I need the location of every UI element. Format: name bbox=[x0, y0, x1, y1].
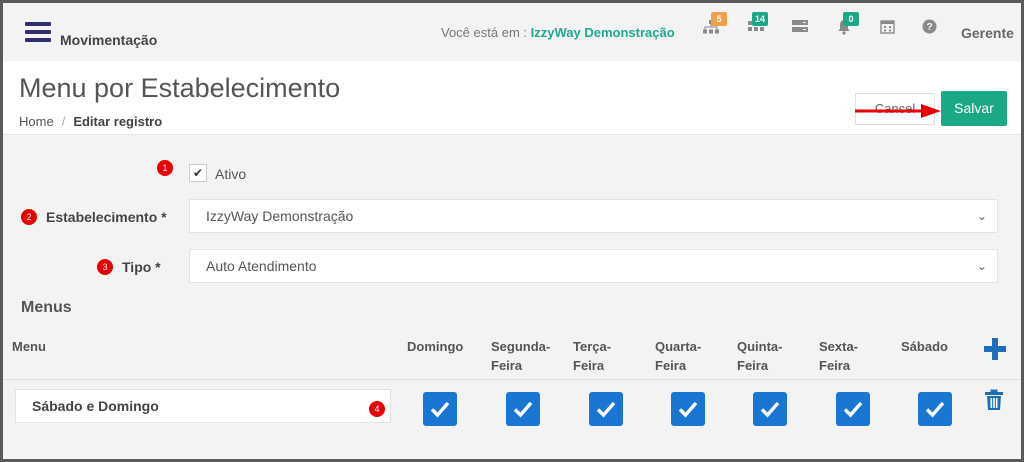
tipo-select[interactable]: Auto Atendimento ⌄ bbox=[189, 249, 998, 283]
grid-badge: 14 bbox=[752, 12, 768, 26]
column-header-day: Sábado bbox=[901, 339, 948, 354]
chevron-down-icon: ⌄ bbox=[976, 259, 987, 273]
column-header-day: Sexta- Feira bbox=[819, 339, 859, 373]
org-badge: 5 bbox=[711, 12, 727, 26]
user-role-menu[interactable]: Gerente bbox=[961, 25, 1014, 41]
top-bar: Movimentação Você está em : IzzyWay Demo… bbox=[3, 3, 1021, 61]
day-checkbox-domingo[interactable] bbox=[423, 392, 457, 426]
add-menu-plus-icon[interactable] bbox=[984, 338, 1006, 360]
chevron-down-icon: ⌄ bbox=[976, 209, 987, 223]
estabelecimento-value: IzzyWay Demonstração bbox=[206, 208, 354, 224]
save-button[interactable]: Salvar bbox=[941, 91, 1007, 126]
annotation-marker-2: 2 bbox=[21, 209, 37, 225]
day-checkbox-sabado[interactable] bbox=[918, 392, 952, 426]
annotation-marker-4: 4 bbox=[369, 401, 385, 417]
ativo-checkbox[interactable]: ✔ bbox=[189, 164, 207, 182]
breadcrumb: Home / Editar registro bbox=[19, 114, 162, 129]
column-header-day: Terça- Feira bbox=[573, 339, 612, 373]
breadcrumb-current: Editar registro bbox=[73, 114, 163, 129]
annotation-marker-1: 1 bbox=[157, 160, 173, 176]
day-checkbox-quarta[interactable] bbox=[671, 392, 705, 426]
tipo-label: Tipo * bbox=[122, 259, 161, 275]
page-title: Menu por Estabelecimento bbox=[19, 73, 341, 103]
ativo-label: Ativo bbox=[215, 166, 247, 182]
tipo-value: Auto Atendimento bbox=[206, 258, 317, 274]
help-icon[interactable]: ? bbox=[919, 19, 939, 39]
day-checkbox-segunda[interactable] bbox=[506, 392, 540, 426]
menu-name-field[interactable]: Sábado e Domingo bbox=[15, 389, 391, 423]
column-header-day: Quinta- Feira bbox=[737, 339, 783, 373]
day-checkbox-sexta[interactable] bbox=[836, 392, 870, 426]
column-header-day: Segunda- Feira bbox=[491, 339, 551, 373]
column-header-day: Quarta- Feira bbox=[655, 339, 702, 373]
module-title: Movimentação bbox=[60, 32, 158, 48]
menus-section-title: Menus bbox=[21, 299, 72, 316]
trash-icon[interactable] bbox=[984, 389, 1004, 411]
annotation-arrow bbox=[855, 104, 941, 118]
annotation-marker-3: 3 bbox=[97, 259, 113, 275]
server-icon[interactable] bbox=[790, 19, 810, 39]
column-header-day: Domingo bbox=[407, 339, 464, 354]
day-checkbox-terca[interactable] bbox=[589, 392, 623, 426]
bell-badge: 0 bbox=[843, 12, 859, 26]
app-frame: Movimentação Você está em : IzzyWay Demo… bbox=[0, 0, 1024, 462]
current-location: Você está em : IzzyWay Demonstração bbox=[441, 25, 675, 40]
breadcrumb-separator: / bbox=[61, 114, 66, 129]
svg-text:?: ? bbox=[926, 22, 932, 33]
calendar-icon[interactable] bbox=[877, 19, 897, 39]
location-company-link[interactable]: IzzyWay Demonstração bbox=[531, 25, 675, 40]
menus-table-header: Menu Domingo Segunda- Feira Terça- Feira Q… bbox=[3, 323, 1021, 380]
location-prefix: Você está em : bbox=[441, 25, 527, 40]
page-header: Menu por Estabelecimento Home / Editar reg… bbox=[3, 61, 1021, 135]
day-checkbox-quinta[interactable] bbox=[753, 392, 787, 426]
estabelecimento-select[interactable]: IzzyWay Demonstração ⌄ bbox=[189, 199, 998, 233]
hamburger-menu-icon[interactable] bbox=[25, 22, 51, 42]
column-header-menu: Menu bbox=[12, 339, 46, 354]
breadcrumb-home-link[interactable]: Home bbox=[19, 114, 54, 129]
estabelecimento-label: Estabelecimento * bbox=[46, 209, 167, 225]
